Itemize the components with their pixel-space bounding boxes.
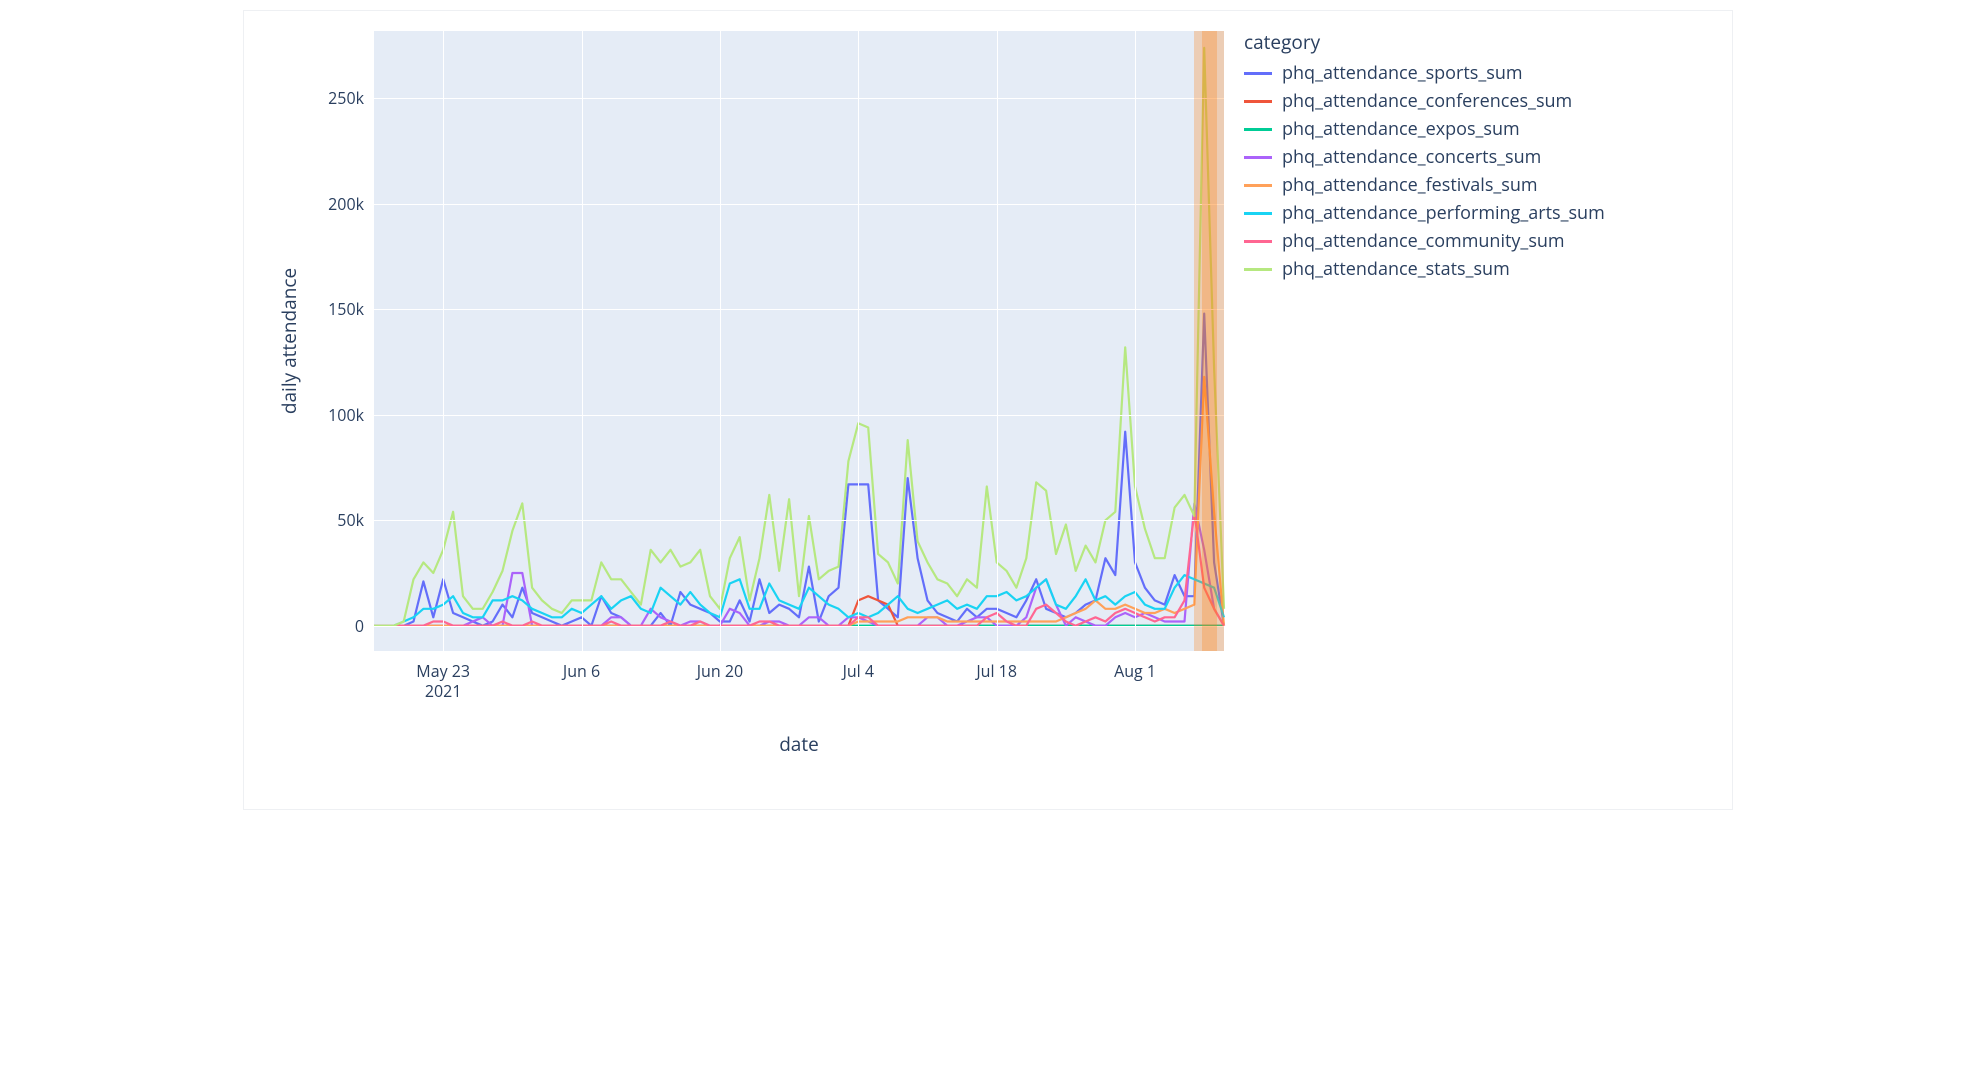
y-axis-title: daily attendance (276, 268, 302, 414)
y-tick-label: 50k (337, 509, 374, 531)
gridline-h (374, 98, 1224, 99)
x-tick-label: Jun 20 (697, 651, 743, 681)
legend-label: phq_attendance_sports_sum (1282, 61, 1523, 85)
gridline-v (582, 31, 583, 651)
y-tick-label: 200k (328, 193, 374, 215)
y-tick-label: 100k (328, 404, 374, 426)
series-line[interactable] (374, 48, 1224, 626)
gridline-v (858, 31, 859, 651)
chart-lines (374, 31, 1224, 651)
legend-item[interactable]: phq_attendance_concerts_sum (1244, 145, 1605, 169)
legend-item[interactable]: phq_attendance_community_sum (1244, 229, 1605, 253)
chart-container: daily attendance date 050k100k150k200k25… (243, 10, 1733, 810)
gridline-h (374, 415, 1224, 416)
legend-label: phq_attendance_community_sum (1282, 229, 1565, 253)
legend-label: phq_attendance_conferences_sum (1282, 89, 1572, 113)
legend-label: phq_attendance_expos_sum (1282, 117, 1520, 141)
legend-item[interactable]: phq_attendance_conferences_sum (1244, 89, 1605, 113)
x-axis-title: date (779, 731, 819, 757)
gridline-v (443, 31, 444, 651)
legend-item[interactable]: phq_attendance_performing_arts_sum (1244, 201, 1605, 225)
y-tick-label: 150k (328, 298, 374, 320)
legend-swatch (1244, 72, 1272, 75)
x-tick-label: May 232021 (416, 651, 470, 701)
legend-item[interactable]: phq_attendance_expos_sum (1244, 117, 1605, 141)
legend-swatch (1244, 212, 1272, 215)
x-tick-label: Jun 6 (563, 651, 600, 681)
y-tick-label: 0 (355, 615, 374, 637)
series-line[interactable] (374, 314, 1224, 626)
gridline-v (720, 31, 721, 651)
highlight-band-inner (1202, 31, 1217, 651)
gridline-h (374, 309, 1224, 310)
x-tick-label: Jul 18 (976, 651, 1017, 681)
legend-swatch (1244, 184, 1272, 187)
legend-title: category (1244, 29, 1605, 55)
legend-swatch (1244, 128, 1272, 131)
legend-swatch (1244, 100, 1272, 103)
gridline-v (997, 31, 998, 651)
x-tick-label: Aug 1 (1114, 651, 1156, 681)
legend-item[interactable]: phq_attendance_festivals_sum (1244, 173, 1605, 197)
plot-area[interactable]: 050k100k150k200k250kMay 232021Jun 6Jun 2… (374, 31, 1224, 651)
legend-item[interactable]: phq_attendance_sports_sum (1244, 61, 1605, 85)
gridline-h (374, 520, 1224, 521)
legend-item[interactable]: phq_attendance_stats_sum (1244, 257, 1605, 281)
x-tick-label: Jul 4 (843, 651, 874, 681)
legend-label: phq_attendance_festivals_sum (1282, 173, 1538, 197)
legend-swatch (1244, 268, 1272, 271)
legend-label: phq_attendance_concerts_sum (1282, 145, 1541, 169)
legend-label: phq_attendance_stats_sum (1282, 257, 1510, 281)
legend-label: phq_attendance_performing_arts_sum (1282, 201, 1605, 225)
gridline-h (374, 204, 1224, 205)
gridline-h (374, 626, 1224, 627)
gridline-v (1135, 31, 1136, 651)
legend: category phq_attendance_sports_sum phq_at… (1244, 29, 1605, 285)
y-tick-label: 250k (328, 87, 374, 109)
legend-swatch (1244, 240, 1272, 243)
legend-swatch (1244, 156, 1272, 159)
